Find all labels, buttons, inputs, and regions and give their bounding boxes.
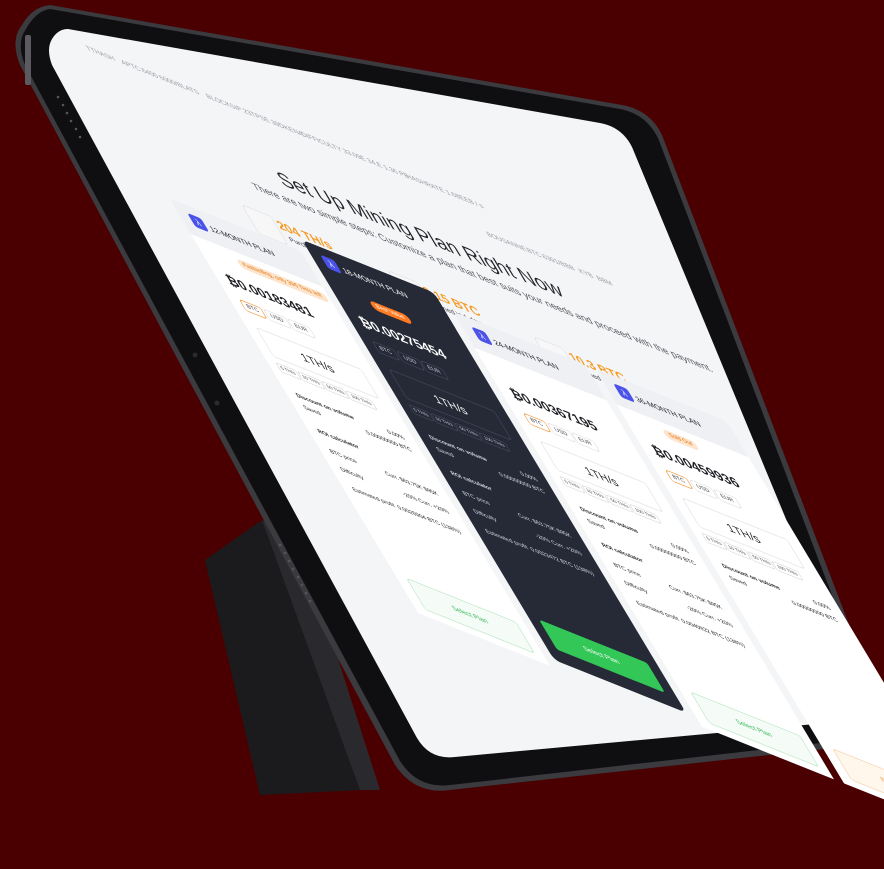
header-link[interactable]: BBM bbox=[595, 275, 614, 288]
header-link[interactable]: KYB bbox=[577, 268, 595, 281]
roi-difficulty bbox=[765, 637, 873, 680]
header-link[interactable]: BOUSANNE bbox=[485, 231, 528, 254]
tablet: TTHASH APTC:6400 6000/BLATS BLOCKSIP 23T… bbox=[10, 5, 884, 842]
roi-profit bbox=[777, 657, 884, 700]
roi-btc-price bbox=[755, 619, 863, 662]
plan-name: 18-MONTH PLAN bbox=[340, 265, 410, 301]
saved-row: Saved 0.00000000 BTC bbox=[728, 575, 840, 625]
plan-name: 36-MONTH PLAN bbox=[633, 394, 703, 430]
header-link[interactable]: BTC:6391/BBB bbox=[525, 247, 577, 273]
